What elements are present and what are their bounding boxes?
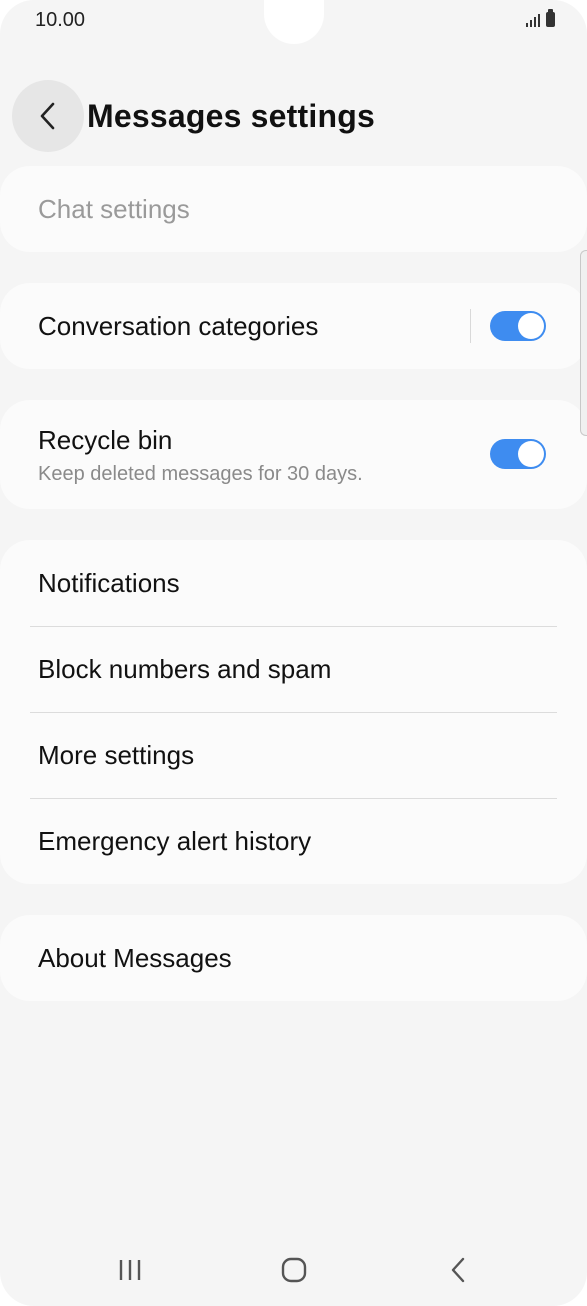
back-icon <box>451 1257 465 1283</box>
toggle-separator <box>470 309 471 343</box>
signal-icon <box>526 11 540 27</box>
chat-settings-card: Chat settings <box>0 166 587 252</box>
recycle-bin-label: Recycle bin <box>38 425 173 455</box>
notifications-item[interactable]: Notifications <box>0 540 587 626</box>
recycle-bin-toggle[interactable] <box>490 439 546 469</box>
screen: 10.00 Messages settings Chat settings Co… <box>0 0 587 1306</box>
status-icons <box>526 9 555 27</box>
back-nav-button[interactable] <box>418 1240 498 1300</box>
home-icon <box>281 1257 307 1283</box>
settings-list-card: Notifications Block numbers and spam Mor… <box>0 540 587 884</box>
conversation-categories-label: Conversation categories <box>38 311 319 341</box>
recent-apps-button[interactable] <box>90 1240 170 1300</box>
block-numbers-label: Block numbers and spam <box>38 654 332 684</box>
conversation-categories-toggle[interactable] <box>490 311 546 341</box>
about-messages-item[interactable]: About Messages <box>0 915 587 1001</box>
recycle-bin-item[interactable]: Recycle bin Keep deleted messages for 30… <box>0 400 587 509</box>
navigation-bar <box>0 1240 587 1300</box>
back-button[interactable] <box>12 80 84 152</box>
home-button[interactable] <box>254 1240 334 1300</box>
scrollbar[interactable] <box>580 250 587 436</box>
about-messages-label: About Messages <box>38 943 232 973</box>
page-title: Messages settings <box>87 98 375 134</box>
recent-apps-icon <box>119 1260 141 1280</box>
more-settings-label: More settings <box>38 740 195 770</box>
toggle-knob <box>518 441 544 467</box>
chat-settings-label: Chat settings <box>38 194 190 224</box>
camera-notch <box>264 0 324 44</box>
notifications-label: Notifications <box>38 568 180 598</box>
status-time: 10.00 <box>35 9 86 31</box>
battery-icon <box>546 9 555 27</box>
emergency-alert-history-item[interactable]: Emergency alert history <box>0 798 587 884</box>
emergency-alert-history-label: Emergency alert history <box>38 826 312 856</box>
recycle-bin-description: Keep deleted messages for 30 days. <box>38 463 363 485</box>
block-numbers-item[interactable]: Block numbers and spam <box>0 626 587 712</box>
recycle-bin-card: Recycle bin Keep deleted messages for 30… <box>0 400 587 509</box>
about-card: About Messages <box>0 915 587 1001</box>
chat-settings-item[interactable]: Chat settings <box>0 166 587 252</box>
toggle-knob <box>518 313 544 339</box>
conversation-categories-card: Conversation categories <box>0 283 587 369</box>
conversation-categories-item[interactable]: Conversation categories <box>0 283 587 369</box>
chevron-left-icon <box>40 102 55 130</box>
more-settings-item[interactable]: More settings <box>0 712 587 798</box>
